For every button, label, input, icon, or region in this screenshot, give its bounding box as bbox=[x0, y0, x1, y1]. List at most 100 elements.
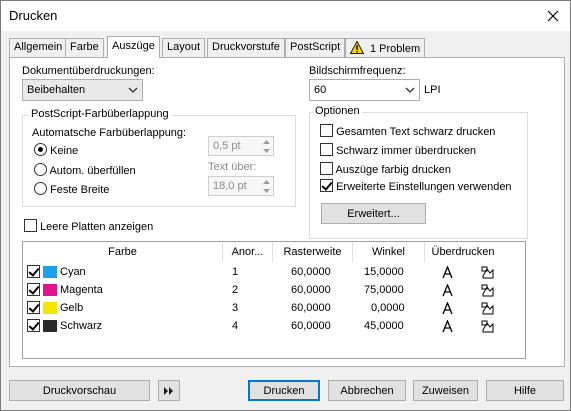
overprint-label: Dokumentüberdruckungen: bbox=[22, 65, 155, 77]
chevron-down-icon bbox=[405, 87, 415, 94]
column-header-order[interactable]: Anor... bbox=[223, 242, 273, 262]
text-over-spinner[interactable]: 18,0 pt bbox=[208, 176, 274, 196]
radio-label: Autom. überfüllen bbox=[49, 165, 136, 177]
checkbox-text-black[interactable]: Gesamten Text schwarz drucken bbox=[320, 124, 495, 138]
plate-name: Magenta bbox=[60, 284, 103, 296]
plate-name: Schwarz bbox=[60, 320, 103, 332]
chevron-down-icon[interactable] bbox=[260, 146, 273, 155]
warning-icon bbox=[350, 41, 364, 54]
plate-checkbox[interactable] bbox=[27, 283, 40, 296]
plate-checkbox[interactable] bbox=[27, 301, 40, 314]
column-header-farbe[interactable]: Farbe bbox=[23, 242, 223, 262]
table-row[interactable]: Cyan 1 60,0000 15,0000 bbox=[23, 263, 525, 281]
button-label: Drucken bbox=[263, 384, 305, 397]
overprint-select[interactable]: Beibehalten bbox=[22, 79, 143, 101]
print-preview-button[interactable]: Druckvorschau bbox=[9, 380, 150, 401]
trap-width-spinner[interactable]: 0,5 pt bbox=[208, 136, 274, 156]
plate-order: 2 bbox=[232, 284, 239, 296]
checkbox-advanced-settings[interactable]: Erweiterte Einstellungen verwenden bbox=[320, 179, 512, 193]
checkbox bbox=[320, 124, 333, 137]
button-label: Hilfe bbox=[513, 384, 536, 397]
close-button[interactable] bbox=[536, 1, 570, 31]
table-row[interactable]: Schwarz 4 60,0000 45,0000 bbox=[23, 317, 525, 335]
advanced-button[interactable]: Erweitert... bbox=[321, 203, 426, 224]
plate-checkbox[interactable] bbox=[27, 265, 40, 278]
tab-label: PostScript bbox=[290, 41, 341, 53]
table-row[interactable]: Magenta 2 60,0000 75,0000 bbox=[23, 281, 525, 299]
button-label: Druckvorschau bbox=[42, 384, 117, 397]
radio-button bbox=[34, 143, 47, 156]
plate-angle: 75,0000 bbox=[364, 284, 404, 296]
plate-ruling: 60,0000 bbox=[291, 302, 331, 314]
auto-trapping-label: Automatsche Farbüberlappung: bbox=[32, 127, 187, 139]
checkbox-empty-plates[interactable]: Leere Platten anzeigen bbox=[24, 219, 153, 233]
plate-name: Cyan bbox=[60, 266, 86, 278]
column-header-angle[interactable]: Winkel bbox=[353, 242, 425, 262]
plate-angle: 15,0000 bbox=[364, 266, 404, 278]
tab-panel: Dokumentüberdruckungen: Beibehalten Bild… bbox=[9, 57, 565, 367]
spinner-value: 0,5 pt bbox=[213, 140, 241, 152]
tab-label: Farbe bbox=[70, 41, 99, 53]
plate-name: Gelb bbox=[60, 302, 84, 314]
apply-button[interactable]: Zuweisen bbox=[413, 380, 478, 401]
tab-auszuege[interactable]: Auszüge bbox=[107, 36, 160, 58]
plate-order: 1 bbox=[232, 266, 239, 278]
overprint-graphic-icon[interactable] bbox=[481, 320, 495, 339]
plate-order: 4 bbox=[232, 320, 239, 332]
screen-frequency-value: 60 bbox=[314, 84, 327, 96]
overprint-value: Beibehalten bbox=[27, 84, 86, 96]
checkbox-color-separations[interactable]: Auszüge farbig drucken bbox=[320, 162, 451, 176]
trapping-legend: PostScript-Farbüberlappung bbox=[29, 108, 171, 120]
chevron-down-icon bbox=[128, 87, 138, 94]
cancel-button[interactable]: Abbrechen bbox=[328, 380, 406, 401]
radio-feste-breite[interactable]: Feste Breite bbox=[34, 182, 109, 196]
print-button[interactable]: Drucken bbox=[248, 380, 320, 401]
plate-ruling: 60,0000 bbox=[291, 284, 331, 296]
chevron-up-icon[interactable] bbox=[260, 177, 273, 186]
tab-strip: Allgemein Farbe Auszüge Layout Druckvors… bbox=[9, 36, 565, 58]
table-row[interactable]: Gelb 3 60,0000 0,0000 bbox=[23, 299, 525, 317]
button-label: Erweitert... bbox=[347, 207, 400, 220]
checkbox-black-overprint[interactable]: Schwarz immer überdrucken bbox=[320, 143, 476, 157]
window-title: Drucken bbox=[9, 8, 58, 23]
overprint-text-icon[interactable] bbox=[441, 319, 454, 339]
checkbox bbox=[320, 179, 333, 192]
plate-angle: 0,0000 bbox=[371, 302, 405, 314]
button-label: Abbrechen bbox=[340, 384, 394, 397]
plate-checkbox[interactable] bbox=[27, 319, 40, 332]
separations-table: Farbe Anor... Rasterweite Winkel Überdru… bbox=[22, 241, 526, 359]
tab-label: Layout bbox=[167, 41, 201, 53]
close-icon bbox=[547, 10, 559, 22]
plate-angle: 45,0000 bbox=[364, 320, 404, 332]
tab-postscript[interactable]: PostScript bbox=[285, 38, 346, 57]
tab-problem[interactable]: 1 Problem bbox=[345, 38, 426, 57]
title-bar: Drucken bbox=[1, 1, 570, 31]
options-legend: Optionen bbox=[313, 105, 362, 117]
screen-frequency-select[interactable]: 60 bbox=[309, 79, 420, 101]
plate-order: 3 bbox=[232, 302, 239, 314]
tab-layout[interactable]: Layout bbox=[162, 38, 206, 57]
tab-druckvorstufe[interactable]: Druckvorstufe bbox=[207, 38, 285, 57]
radio-auto-ueberfuellen[interactable]: Autom. überfüllen bbox=[34, 163, 136, 177]
expand-preview-button[interactable] bbox=[158, 380, 180, 401]
tab-allgemein[interactable]: Allgemein bbox=[9, 38, 68, 57]
checkbox bbox=[320, 162, 333, 175]
color-swatch bbox=[43, 320, 57, 332]
radio-keine[interactable]: Keine bbox=[34, 143, 78, 157]
checkbox bbox=[320, 143, 333, 156]
checkbox-label: Schwarz immer überdrucken bbox=[336, 145, 477, 157]
lpi-unit: LPI bbox=[424, 84, 441, 96]
column-header-overprint[interactable]: Überdrucken bbox=[425, 242, 501, 262]
chevron-up-icon[interactable] bbox=[260, 137, 273, 146]
radio-label: Feste Breite bbox=[50, 184, 110, 196]
double-chevron-right-icon bbox=[164, 386, 173, 395]
column-header-ruling[interactable]: Rasterweite bbox=[273, 242, 353, 262]
screen-frequency-label: Bildschirmfrequenz: bbox=[309, 65, 406, 77]
help-button[interactable]: Hilfe bbox=[486, 380, 564, 401]
tab-farbe[interactable]: Farbe bbox=[65, 38, 104, 57]
text-over-label: Text über: bbox=[208, 161, 257, 173]
plate-ruling: 60,0000 bbox=[291, 266, 331, 278]
tab-label: Allgemein bbox=[14, 41, 63, 53]
chevron-down-icon[interactable] bbox=[260, 186, 273, 195]
color-swatch bbox=[43, 266, 57, 278]
